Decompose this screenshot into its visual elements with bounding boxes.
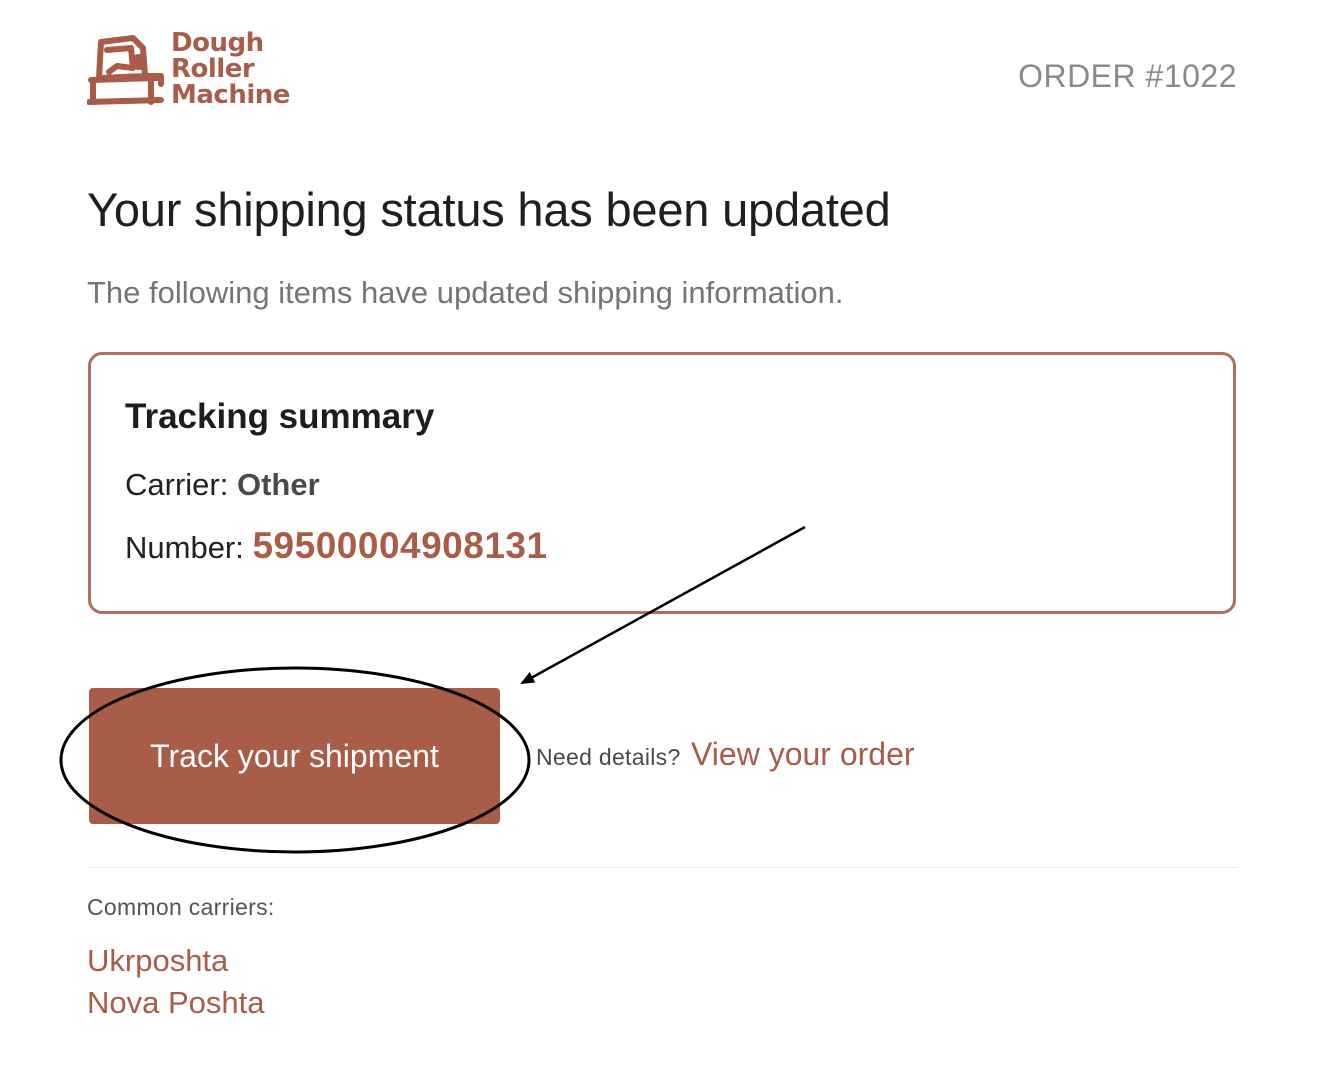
carrier-link-ukrposhta[interactable]: Ukrposhta <box>87 940 265 982</box>
common-carriers-label: Common carriers: <box>87 894 275 920</box>
carrier-label: Carrier: <box>125 467 237 502</box>
page-title: Your shipping status has been updated <box>87 183 891 236</box>
tracking-number-row: Number: 59500004908131 <box>125 525 548 567</box>
carrier-value: Other <box>236 467 320 502</box>
tracking-summary-title: Tracking summary <box>125 397 435 436</box>
section-divider <box>88 867 1238 868</box>
view-order-link[interactable]: View your order <box>691 736 915 772</box>
tracking-summary-card: Tracking summary Carrier: Other Number: … <box>88 352 1236 614</box>
order-number: ORDER #1022 <box>1018 58 1237 94</box>
carrier-link-nova-poshta[interactable]: Nova Poshta <box>87 982 265 1024</box>
brand-name-line-3: Machine <box>171 80 290 110</box>
brand-name-line-2: Roller <box>171 54 255 84</box>
brand-name-line-1: Dough <box>171 28 264 58</box>
brand-logo[interactable]: Dough Roller Machine <box>87 30 307 118</box>
order-details: Need details? View your order <box>536 736 915 773</box>
page-subtitle: The following items have updated shippin… <box>87 275 844 310</box>
need-details-label: Need details? <box>536 744 681 770</box>
carrier-row: Carrier: Other <box>125 467 320 503</box>
tracking-number-value[interactable]: 59500004908131 <box>252 525 547 566</box>
carriers-list: Ukrposhta Nova Poshta <box>87 940 265 1024</box>
tracking-number-label: Number: <box>125 530 253 565</box>
track-shipment-button[interactable]: Track your shipment <box>89 688 500 824</box>
dough-roller-machine-icon <box>87 35 164 105</box>
brand-name: Dough Roller Machine <box>171 30 290 108</box>
